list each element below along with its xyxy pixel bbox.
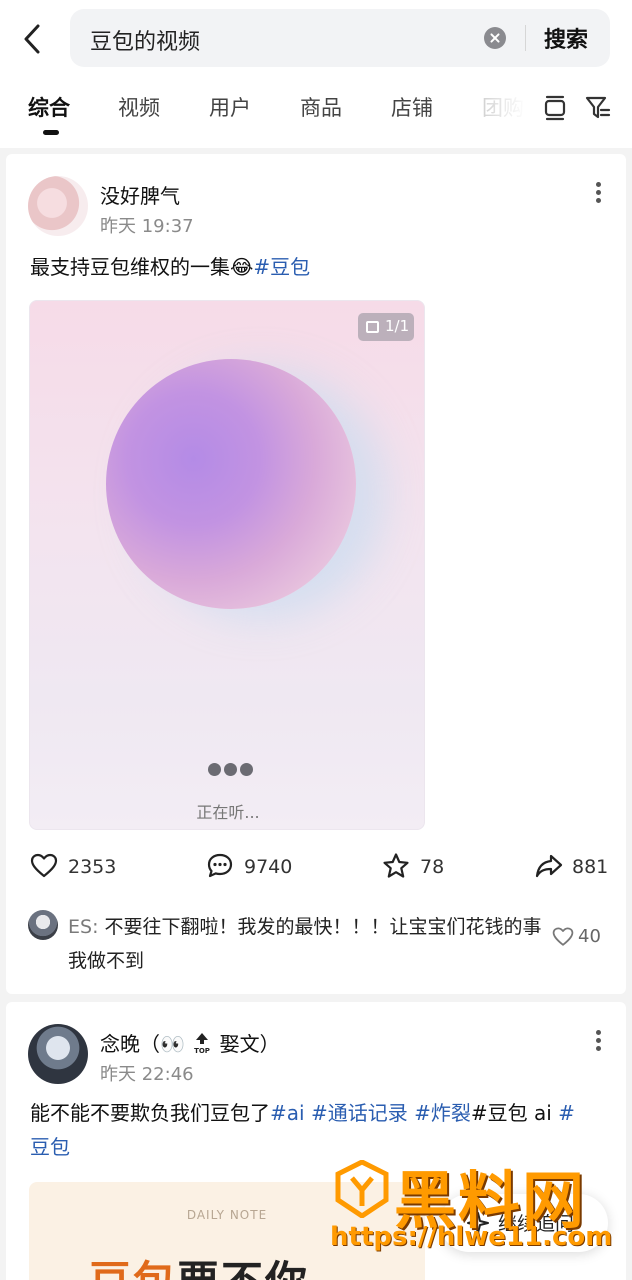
gallery-icon — [366, 321, 379, 333]
preview-title-rest: 要不你 — [177, 1257, 309, 1280]
search-header: 豆包的视频 搜索 — [0, 0, 632, 78]
top-comment[interactable]: ES: 不要往下翻啦！我发的最快！！！让宝宝们花钱的事我做不到 40 — [28, 910, 608, 974]
share-count: 881 — [572, 856, 609, 878]
search-input[interactable]: 豆包的视频 — [90, 24, 200, 56]
loading-dots-icon — [208, 761, 258, 776]
more-options-icon[interactable] — [594, 1030, 602, 1052]
search-button[interactable]: 搜索 — [544, 22, 588, 54]
post-timestamp: 昨天 22:46 — [100, 1064, 194, 1085]
voice-orb — [106, 359, 356, 609]
avatar[interactable] — [28, 1024, 88, 1084]
avatar[interactable] — [28, 176, 88, 236]
comment-body: 不要往下翻啦！我发的最快！！！让宝宝们花钱的事我做不到 — [68, 916, 542, 972]
username[interactable]: 没好脾气 — [100, 180, 180, 209]
hashtag-link[interactable]: #通话记录 — [311, 1101, 408, 1125]
comment-icon — [207, 853, 233, 878]
comment-text: ES: 不要往下翻啦！我发的最快！！！让宝宝们花钱的事我做不到 — [68, 910, 548, 978]
svg-text:TOP: TOP — [194, 1047, 210, 1054]
tab-video[interactable]: 视频 — [118, 92, 160, 122]
back-arrow-icon[interactable] — [20, 22, 46, 56]
heart-icon — [30, 853, 58, 878]
username-main: 念晚（👀 — [100, 1032, 185, 1056]
watermark-logo-icon — [335, 1160, 389, 1218]
page-badge: 1/1 — [358, 313, 414, 341]
tab-stores[interactable]: 店铺 — [391, 92, 433, 122]
top-badge-icon: TOP — [194, 1033, 210, 1055]
tab-products[interactable]: 商品 — [300, 92, 342, 122]
watermark-url: https://hlwe11.com — [330, 1222, 613, 1252]
comment-avatar[interactable] — [28, 910, 58, 940]
heart-icon — [552, 927, 574, 946]
search-box[interactable]: 豆包的视频 搜索 — [70, 9, 610, 67]
share-icon — [535, 854, 563, 878]
hashtag-link[interactable]: # — [558, 1101, 575, 1125]
favorite-count: 78 — [420, 856, 445, 878]
comment-count: 9740 — [244, 856, 293, 878]
tab-comprehensive[interactable]: 综合 — [28, 92, 70, 122]
star-icon — [383, 853, 409, 878]
hashtag-link[interactable]: #炸裂 — [414, 1101, 471, 1125]
hashtag-link[interactable]: 豆包 — [30, 1135, 70, 1159]
post-body: 能不能不要欺负我们豆包了 — [30, 1101, 270, 1125]
page-count: 1/1 — [385, 317, 410, 335]
watermark: 黑料网 https://hlwe11.com — [330, 1150, 630, 1265]
post-card[interactable]: 没好脾气 昨天 19:37 最支持豆包维权的一集😂#豆包 1/1 正在听... … — [6, 154, 626, 994]
active-tab-indicator — [43, 130, 59, 135]
search-divider — [525, 25, 526, 51]
post-timestamp: 昨天 19:37 — [100, 216, 194, 237]
post-media[interactable]: 1/1 正在听... — [29, 300, 425, 830]
filter-tabs: 综合 视频 用户 商品 店铺 团购 — [0, 78, 632, 148]
post-body: 最支持豆包维权的一集😂 — [30, 255, 254, 279]
more-options-icon[interactable] — [594, 182, 602, 204]
clear-icon[interactable] — [484, 27, 506, 49]
tab-users[interactable]: 用户 — [209, 92, 251, 122]
username-suffix: 娶文） — [219, 1032, 280, 1056]
filter-icon[interactable] — [585, 95, 611, 121]
post-text: 最支持豆包维权的一集😂#豆包 — [30, 250, 310, 284]
layout-toggle-icon[interactable] — [543, 95, 567, 121]
username[interactable]: 念晚（👀 TOP 娶文） — [100, 1028, 280, 1057]
post-body-middle: #豆包 ai — [470, 1101, 552, 1125]
comment-like-button[interactable]: 40 — [552, 926, 601, 952]
like-count: 2353 — [68, 856, 117, 878]
preview-title-accent: 豆包 — [89, 1257, 177, 1280]
tab-fade — [470, 78, 540, 148]
preview-title: 豆包要不你 — [89, 1248, 309, 1280]
listening-status: 正在听... — [196, 803, 260, 822]
hashtag-link[interactable]: #豆包 — [253, 255, 310, 279]
comment-author[interactable]: ES: — [68, 916, 98, 938]
comment-like-count: 40 — [578, 926, 601, 947]
hashtag-link[interactable]: #ai — [270, 1101, 305, 1125]
